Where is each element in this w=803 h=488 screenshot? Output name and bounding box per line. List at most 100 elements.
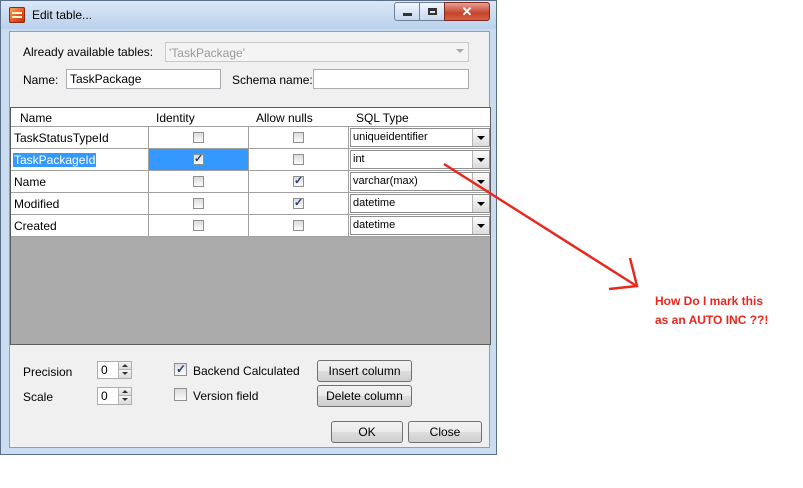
sql-type-cell[interactable]: datetime: [349, 215, 490, 236]
scale-label: Scale: [23, 390, 54, 404]
identity-cell[interactable]: [149, 193, 249, 214]
spin-up-icon[interactable]: [118, 388, 131, 396]
sql-type-value: datetime: [353, 197, 396, 209]
edit-table-window: Edit table... ✕ Already available tables…: [0, 0, 497, 455]
allow-nulls-checkbox[interactable]: [293, 220, 304, 231]
scale-stepper[interactable]: 0: [97, 387, 132, 405]
minimize-icon: [402, 13, 412, 16]
sql-type-cell[interactable]: varchar(max): [349, 171, 490, 192]
identity-cell[interactable]: [149, 171, 249, 192]
title-bar[interactable]: Edit table... ✕: [1, 1, 496, 29]
annotation-line-2: as an AUTO INC ??!: [655, 313, 769, 327]
name-cell[interactable]: Created: [11, 215, 149, 236]
table-row[interactable]: TaskStatusTypeId uniqueidentifier: [11, 127, 490, 149]
identity-checkbox[interactable]: [193, 176, 204, 187]
maximize-button[interactable]: [419, 2, 445, 21]
identity-cell[interactable]: ✓: [149, 149, 249, 170]
allow-nulls-checkbox[interactable]: ✓: [293, 197, 304, 209]
table-row[interactable]: TaskPackageId ✓ int: [11, 149, 490, 171]
allow-nulls-checkbox[interactable]: ✓: [293, 175, 304, 187]
annotation-note: How Do I mark this as an AUTO INC ??!: [655, 292, 795, 330]
minimize-button[interactable]: [394, 2, 420, 21]
available-tables-dropdown[interactable]: 'TaskPackage': [165, 42, 469, 62]
version-field-label[interactable]: Version field: [193, 389, 258, 403]
table-row[interactable]: Modified ✓ datetime: [11, 193, 490, 215]
delete-column-button[interactable]: Delete column: [317, 385, 412, 407]
sql-type-dropdown[interactable]: datetime: [350, 216, 490, 235]
column-name: Modified: [14, 197, 60, 211]
sql-type-cell[interactable]: uniqueidentifier: [349, 127, 490, 148]
allow-nulls-checkbox[interactable]: [293, 132, 304, 143]
backend-calculated-checkbox[interactable]: ✓: [174, 362, 187, 376]
column-name: Name: [14, 175, 47, 189]
spin-up-icon[interactable]: [118, 362, 131, 370]
allow-nulls-cell[interactable]: [249, 127, 349, 148]
sql-type-value: varchar(max): [353, 175, 418, 187]
name-cell[interactable]: Name: [11, 171, 149, 192]
allow-nulls-cell[interactable]: [249, 149, 349, 170]
table-name-input[interactable]: TaskPackage: [66, 69, 221, 89]
spin-down-icon[interactable]: [118, 370, 131, 378]
check-icon: ✓: [194, 153, 204, 165]
maximize-icon: [427, 8, 437, 15]
sql-type-dropdown[interactable]: varchar(max): [350, 172, 490, 191]
identity-cell[interactable]: [149, 215, 249, 236]
chevron-down-icon[interactable]: [472, 129, 489, 146]
scale-value: 0: [101, 389, 108, 403]
allow-nulls-checkbox[interactable]: [293, 154, 304, 165]
column-header-name[interactable]: Name: [20, 111, 52, 125]
app-table-icon: [9, 7, 25, 23]
sql-type-dropdown[interactable]: datetime: [350, 194, 490, 213]
identity-checkbox[interactable]: [193, 198, 204, 209]
name-cell[interactable]: TaskPackageId: [11, 149, 149, 170]
precision-value: 0: [101, 363, 108, 377]
allow-nulls-cell[interactable]: [249, 215, 349, 236]
column-header-sql-type[interactable]: SQL Type: [356, 111, 409, 125]
chevron-down-icon[interactable]: [472, 195, 489, 212]
sql-type-dropdown[interactable]: uniqueidentifier: [350, 128, 490, 147]
allow-nulls-cell[interactable]: ✓: [249, 171, 349, 192]
name-cell[interactable]: TaskStatusTypeId: [11, 127, 149, 148]
chevron-down-icon[interactable]: [472, 217, 489, 234]
sql-type-value: datetime: [353, 219, 396, 231]
available-tables-label: Already available tables:: [23, 45, 154, 59]
identity-checkbox[interactable]: [193, 132, 204, 143]
chevron-down-icon[interactable]: [472, 151, 489, 168]
schema-name-label: Schema name:: [232, 73, 313, 87]
sql-type-value: uniqueidentifier: [353, 131, 428, 143]
precision-label: Precision: [23, 365, 73, 379]
window-title: Edit table...: [32, 8, 93, 22]
columns-grid[interactable]: Name Identity Allow nulls SQL Type TaskS…: [10, 107, 491, 345]
close-button[interactable]: Close: [408, 421, 482, 443]
identity-checkbox[interactable]: [193, 220, 204, 231]
column-name: TaskStatusTypeId: [14, 131, 109, 145]
sql-type-cell[interactable]: datetime: [349, 193, 490, 214]
version-field-checkbox[interactable]: [174, 388, 187, 401]
name-cell[interactable]: Modified: [11, 193, 149, 214]
check-icon: ✓: [176, 362, 187, 376]
close-window-button[interactable]: ✕: [444, 2, 490, 21]
chevron-down-icon[interactable]: [472, 173, 489, 190]
insert-column-button[interactable]: Insert column: [317, 360, 412, 382]
identity-checkbox[interactable]: ✓: [193, 153, 204, 165]
column-header-identity[interactable]: Identity: [156, 111, 195, 125]
name-label: Name:: [23, 73, 59, 87]
column-header-allow-nulls[interactable]: Allow nulls: [256, 111, 313, 125]
sql-type-value: int: [353, 153, 365, 165]
precision-stepper[interactable]: 0: [97, 361, 132, 379]
allow-nulls-cell[interactable]: ✓: [249, 193, 349, 214]
ok-button[interactable]: OK: [331, 421, 403, 443]
arrow-head: [608, 257, 639, 291]
sql-type-cell[interactable]: int: [349, 149, 490, 170]
spin-down-icon[interactable]: [118, 396, 131, 404]
table-row[interactable]: Name ✓ varchar(max): [11, 171, 490, 193]
backend-calculated-label[interactable]: Backend Calculated: [193, 364, 300, 378]
identity-cell[interactable]: [149, 127, 249, 148]
available-tables-value: 'TaskPackage': [169, 46, 245, 60]
schema-name-input[interactable]: [313, 69, 469, 89]
dialog-body: Already available tables: 'TaskPackage' …: [9, 31, 491, 448]
table-row[interactable]: Created datetime: [11, 215, 490, 237]
column-name: Created: [14, 219, 57, 233]
sql-type-dropdown[interactable]: int: [350, 150, 490, 169]
column-name: TaskPackageId: [13, 153, 97, 167]
